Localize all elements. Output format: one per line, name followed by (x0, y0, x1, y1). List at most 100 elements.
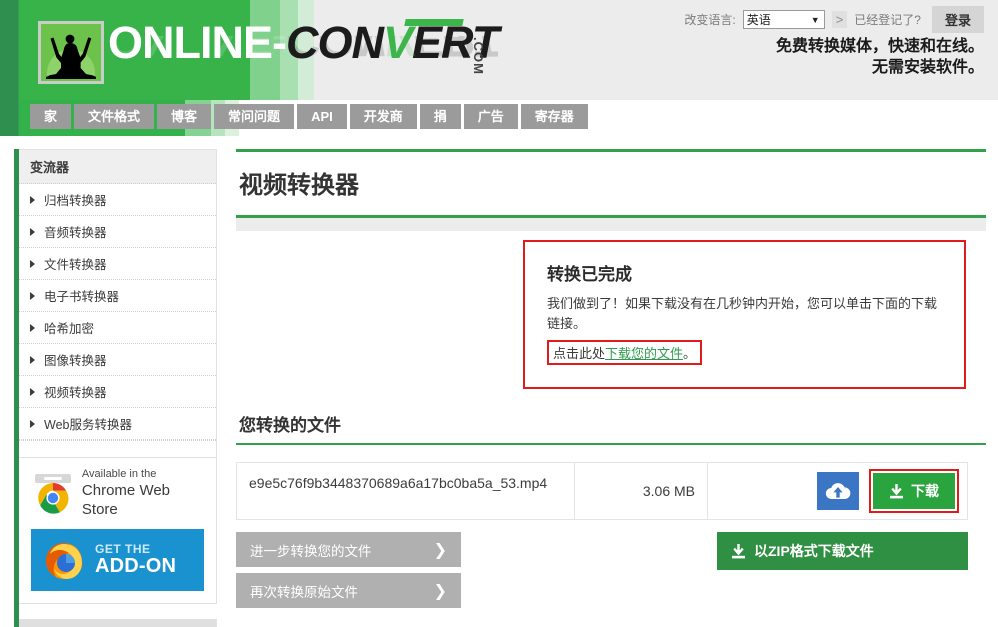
sidebar-item-label: 哈希加密 (44, 322, 95, 336)
download-zip-label: 以ZIP格式下载文件 (754, 543, 874, 559)
converted-files-heading: 您转换的文件 (239, 416, 341, 435)
tagline-line-1: 免费转换媒体，快速和在线。 (775, 38, 984, 55)
table-row: e9e5c76f9b3448370689a6a17bc0ba5a_53.mp4 … (236, 462, 968, 520)
tagline-line-2: 无需安装软件。 (871, 59, 984, 76)
sidebar-item-label: 归档转换器 (44, 194, 107, 208)
chrome-icon (31, 473, 73, 514)
cloud-upload-icon (825, 483, 851, 500)
file-actions-cell: 下载 (708, 463, 967, 519)
download-button[interactable]: 下载 (873, 473, 955, 509)
converted-files-rule (236, 443, 986, 445)
language-select[interactable]: 英语 ▼ (742, 10, 825, 29)
sidebar-item-image-converter[interactable]: 图像转换器 (19, 344, 216, 376)
chrome-badge-line-2: Chrome Web Store (81, 481, 171, 518)
convert-original-again-button[interactable]: 再次转换原始文件 ❯ (236, 573, 461, 608)
already-registered-text: 已经登记了? (854, 13, 921, 27)
sidebar-gap (19, 604, 217, 621)
convert-original-again-label: 再次转换原始文件 (250, 584, 358, 600)
sidebar-item-label: 电子书转换器 (44, 290, 120, 304)
language-bar: 改变语言: 英语 ▼ > 已经登记了? 登录 (684, 6, 984, 33)
convert-file-further-label: 进一步转换您的文件 (250, 543, 372, 559)
person-silhouette-icon (46, 34, 96, 79)
sidebar-item-label: 图像转换器 (44, 354, 107, 368)
firefox-addon-badge[interactable]: GET THE ADD-ON (31, 529, 204, 592)
actions-row: 进一步转换您的文件 ❯ 再次转换原始文件 ❯ 以ZIP格式下载文件 (236, 532, 968, 614)
page-title: 视频转换器 (239, 172, 359, 199)
download-icon (890, 483, 903, 498)
chrome-web-store-badge[interactable]: Available in the Chrome Web Store (31, 468, 204, 519)
language-selected-value: 英语 (746, 13, 771, 27)
nav-item-advertise[interactable]: 广告 (463, 104, 518, 129)
chevron-right-icon (30, 323, 35, 332)
sidebar-item-label: 视频转换器 (44, 386, 107, 400)
nav-item-developers[interactable]: 开发商 (349, 104, 417, 129)
page-body: 变流器 归档转换器 音频转换器 文件转换器 电子书转换器 哈希加密 图像转换器 … (0, 136, 998, 627)
chevron-right-icon: ❯ (433, 541, 447, 559)
nav-item-blog[interactable]: 博客 (157, 104, 212, 129)
chrome-badge-text: Available in the Chrome Web Store (82, 468, 204, 519)
sidebar-section-title: 变流器 (19, 150, 216, 184)
language-submit-button[interactable]: > (831, 11, 848, 28)
sidebar-item-ebook-converter[interactable]: 电子书转换器 (19, 280, 216, 312)
conversion-result-title: 转换已完成 (547, 265, 632, 284)
chevron-right-icon (30, 291, 35, 300)
brand-v-overline (404, 19, 464, 26)
nav-item-faq[interactable]: 常问问题 (214, 104, 295, 129)
brand-online-text: ONLINE (108, 17, 273, 68)
sidebar-item-video-converter[interactable]: 视频转换器 (19, 376, 216, 408)
chevron-right-icon (30, 259, 35, 268)
brand-wordmark[interactable]: ONLINE-CONVERT .COM (108, 17, 499, 75)
chevron-right-icon (30, 419, 35, 428)
sidebar-item-hash-encryption[interactable]: 哈希加密 (19, 312, 216, 344)
download-link-suffix: 。 (683, 346, 697, 361)
chevron-right-icon: ❯ (433, 582, 447, 600)
sidebar-item-archive-converter[interactable]: 归档转换器 (19, 184, 216, 216)
sidebar-item-label: 音频转换器 (44, 226, 107, 240)
sidebar-converters-panel: 变流器 归档转换器 音频转换器 文件转换器 电子书转换器 哈希加密 图像转换器 … (19, 149, 217, 458)
nav-item-list: 家 文件格式 博客 常问问题 API 开发商 捐 广告 寄存器 (30, 104, 588, 129)
chevron-right-icon (30, 195, 35, 204)
download-button-highlight: 下载 (869, 469, 959, 513)
download-button-label: 下载 (911, 483, 939, 499)
nav-item-api[interactable]: API (297, 104, 347, 129)
chrome-badge-line-1: Available in the (81, 468, 157, 480)
site-logo[interactable] (38, 21, 104, 84)
sidebar-item-label: Web服务转换器 (44, 418, 132, 432)
sidebar-item-document-converter[interactable]: 文件转换器 (19, 248, 216, 280)
download-icon (732, 543, 745, 558)
convert-file-further-button[interactable]: 进一步转换您的文件 ❯ (236, 532, 461, 567)
download-link-prefix: 点击此处 (553, 346, 606, 361)
brand-dash-text: - (272, 17, 287, 68)
nav-item-file-formats[interactable]: 文件格式 (74, 104, 155, 129)
download-zip-button[interactable]: 以ZIP格式下载文件 (717, 532, 968, 570)
file-name-cell: e9e5c76f9b3448370689a6a17bc0ba5a_53.mp4 (237, 463, 575, 519)
cloud-upload-button[interactable] (817, 472, 859, 510)
sidebar-item-audio-converter[interactable]: 音频转换器 (19, 216, 216, 248)
firefox-badge-text: GET THE ADD-ON (95, 543, 176, 577)
nav-item-home[interactable]: 家 (30, 104, 72, 129)
sidebar-item-webservice-converter[interactable]: Web服务转换器 (19, 408, 216, 440)
firefox-icon (46, 543, 83, 580)
main-navigation: 家 文件格式 博客 常问问题 API 开发商 捐 广告 寄存器 (0, 100, 998, 136)
sidebar-spacer (19, 440, 216, 457)
nav-item-register[interactable]: 寄存器 (520, 104, 588, 129)
main-content: 视频转换器 转换已完成 我们做到了！如果下载没有在几秒钟内开始，您可以单击下面的… (236, 149, 986, 627)
brand-con-text: CON (286, 17, 384, 68)
download-your-file-link[interactable]: 下载您的文件 (605, 346, 683, 361)
sidebar-apps-title: 在线转换应用程序 (19, 620, 217, 627)
sidebar: 变流器 归档转换器 音频转换器 文件转换器 电子书转换器 哈希加密 图像转换器 … (14, 149, 217, 627)
ad-placeholder-band (236, 218, 986, 231)
sidebar-item-label: 文件转换器 (44, 258, 107, 272)
login-button[interactable]: 登录 (931, 6, 984, 33)
chevron-down-icon: ▼ (810, 14, 820, 25)
conversion-result-text: 我们做到了！如果下载没有在几秒钟内开始，您可以单击下面的下载链接。 (547, 296, 938, 331)
chevron-right-icon (30, 355, 35, 364)
firefox-badge-line-2: ADD-ON (95, 555, 177, 578)
header-tagline: 免费转换媒体，快速和在线。 无需安装软件。 (776, 36, 984, 78)
nav-item-donate[interactable]: 捐 (419, 104, 461, 129)
download-link-highlight: 点击此处下载您的文件。 (547, 340, 703, 365)
site-header: ONLINE-CONVERT .COM ONLINE-CONVERT 改变语言:… (0, 0, 998, 100)
chrome-lid-shape (35, 473, 71, 483)
brand-com-text: .COM (471, 37, 486, 75)
chevron-right-icon (30, 387, 35, 396)
